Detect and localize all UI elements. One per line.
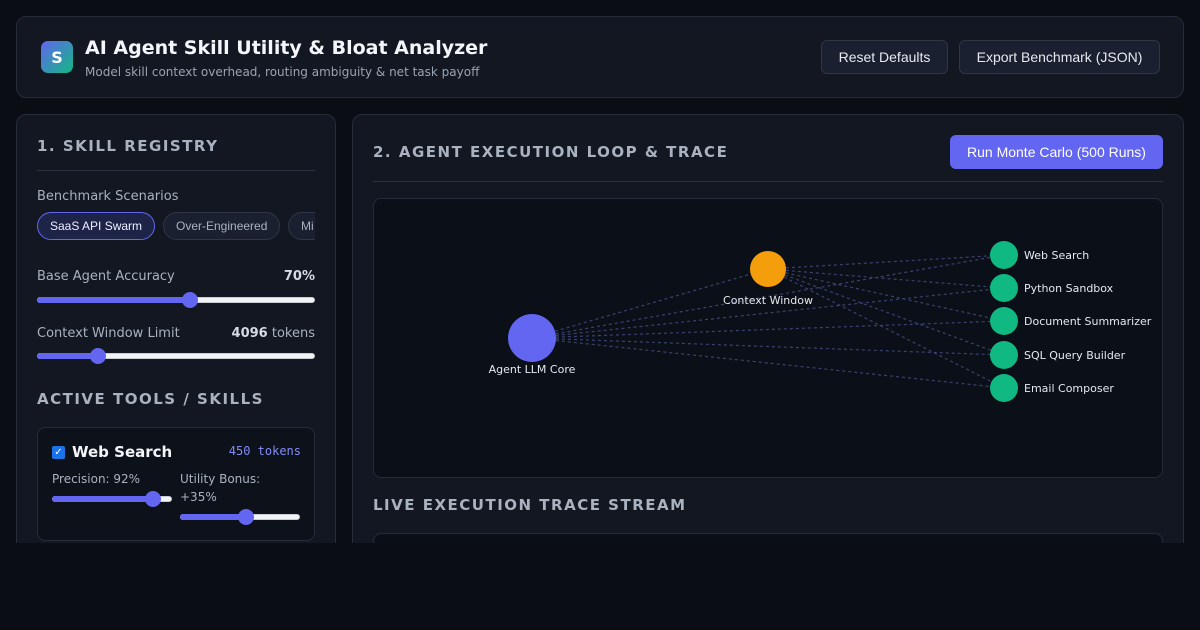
skill-label-sql-query-builder: SQL Query Builder <box>1024 349 1126 362</box>
edge-context-skill <box>767 254 1005 270</box>
context-window-node[interactable] <box>750 251 786 287</box>
execution-title: 2. AGENT EXECUTION LOOP & TRACE <box>373 143 729 161</box>
edge-context-skill <box>767 268 1005 356</box>
agent-core-label: Agent LLM Core <box>489 363 576 376</box>
execution-graph-svg: Agent LLM Core Context Window Web Search… <box>489 241 1152 402</box>
run-monte-carlo-button[interactable]: Run Monte Carlo (500 Runs) <box>950 135 1163 169</box>
execution-panel: 2. AGENT EXECUTION LOOP & TRACE Run Mont… <box>352 114 1184 554</box>
skill-node-python-sandbox[interactable] <box>990 274 1018 302</box>
edge-core-skill <box>531 337 1005 356</box>
active-tools-title: ACTIVE TOOLS / SKILLS <box>37 390 264 408</box>
context-window-label: Context Window <box>723 294 813 307</box>
utility-bonus-label: Utility Bonus: +35% <box>180 472 261 504</box>
skill-node-email-composer[interactable] <box>990 374 1018 402</box>
tool-token-cost: 450 tokens <box>228 444 301 458</box>
context-limit-label: Context Window Limit <box>37 326 180 341</box>
skill-label-web-search: Web Search <box>1024 249 1089 262</box>
tool-card-web-search: ✓ Web Search 450 tokens Precision: 92% U… <box>37 427 315 541</box>
app-subtitle: Model skill context overhead, routing am… <box>85 65 480 79</box>
context-limit-value: 4096 tokens <box>231 326 315 341</box>
tool-name: Web Search <box>72 443 173 461</box>
accuracy-value: 70% <box>283 269 315 284</box>
skill-node-sql-query-builder[interactable] <box>990 341 1018 369</box>
skill-node-web-search[interactable] <box>990 241 1018 269</box>
skill-label-email-composer: Email Composer <box>1024 382 1114 395</box>
scenario-chip-mi[interactable]: Mi <box>288 212 315 240</box>
edge-core-skill <box>531 337 1005 389</box>
skill-node-document-summarizer[interactable] <box>990 307 1018 335</box>
skill-label-python-sandbox: Python Sandbox <box>1024 282 1114 295</box>
edge-context-skill <box>767 268 1005 289</box>
tool-enabled-checkbox[interactable]: ✓ <box>52 446 65 459</box>
scenario-chip-saas-api-swarm[interactable]: SaaS API Swarm <box>37 212 156 240</box>
accuracy-slider[interactable] <box>37 292 315 308</box>
divider <box>373 181 1163 182</box>
execution-graph: Agent LLM Core Context Window Web Search… <box>373 198 1163 478</box>
app-logo: S <box>41 41 73 73</box>
app-header: S AI Agent Skill Utility & Bloat Analyze… <box>16 16 1184 98</box>
context-limit-slider[interactable] <box>37 348 315 364</box>
graph-nodes: Agent LLM Core Context Window Web Search… <box>489 241 1152 402</box>
scenario-chip-row: SaaS API Swarm Over-Engineered Mi <box>37 115 315 255</box>
skill-registry-panel: 1. SKILL REGISTRY Benchmark Scenarios Sa… <box>16 114 336 554</box>
export-benchmark-button[interactable]: Export Benchmark (JSON) <box>959 40 1160 74</box>
utility-bonus-slider[interactable] <box>180 509 300 525</box>
accuracy-label: Base Agent Accuracy <box>37 269 175 284</box>
app-title: AI Agent Skill Utility & Bloat Analyzer <box>85 37 488 59</box>
scenario-chip-over-engineered[interactable]: Over-Engineered <box>163 212 281 240</box>
screen-cutoff <box>0 543 1200 630</box>
reset-defaults-button[interactable]: Reset Defaults <box>821 40 948 74</box>
trace-stream-title: LIVE EXECUTION TRACE STREAM <box>373 496 687 514</box>
precision-slider[interactable] <box>52 491 172 507</box>
agent-core-node[interactable] <box>508 314 556 362</box>
precision-label: Precision: 92% <box>52 472 141 486</box>
skill-label-document-summarizer: Document Summarizer <box>1024 315 1152 328</box>
